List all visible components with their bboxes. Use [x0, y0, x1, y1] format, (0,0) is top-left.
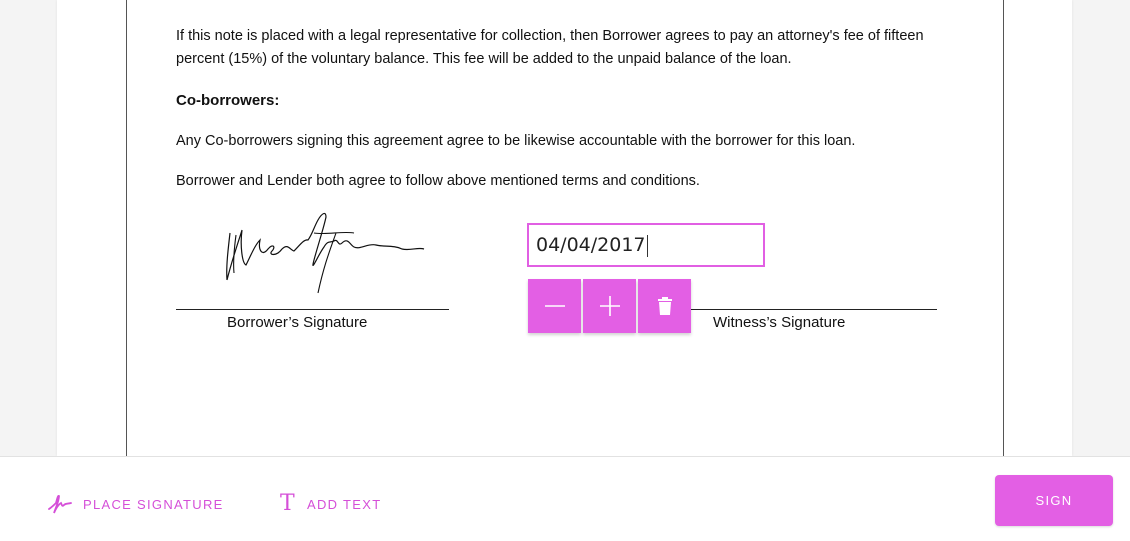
place-signature-label: PLACE SIGNATURE [83, 496, 224, 512]
signature-icon [48, 493, 72, 515]
decrease-font-button[interactable] [528, 279, 581, 333]
text-icon: T [280, 491, 296, 516]
minus-icon [544, 305, 565, 307]
plus-icon [599, 296, 620, 316]
text-caret [646, 234, 648, 257]
sign-button[interactable]: SIGN [995, 475, 1113, 526]
add-text-label: ADD TEXT [306, 496, 382, 512]
borrower-signature-line [176, 309, 449, 310]
borrower-signature-label: Borrower’s Signature [227, 314, 368, 331]
agreement-paragraph: Borrower and Lender both agree to follow… [176, 173, 700, 189]
trash-icon [657, 297, 672, 315]
delete-field-button[interactable] [638, 279, 691, 333]
sign-button-label: SIGN [1035, 493, 1073, 508]
date-field-value: 04/04/2017 [536, 234, 646, 256]
document-border-left [126, 0, 127, 456]
witness-signature-line [690, 309, 937, 310]
witness-signature-label: Witness’s Signature [713, 314, 846, 331]
document-border-right [1003, 0, 1004, 456]
place-signature-button[interactable]: PLACE SIGNATURE [48, 493, 224, 515]
date-text-field[interactable]: 04/04/2017 [527, 223, 765, 267]
add-text-button[interactable]: T ADD TEXT [280, 493, 381, 515]
co-borrowers-paragraph: Any Co-borrowers signing this agreement … [176, 133, 856, 149]
borrower-signature[interactable] [218, 205, 433, 300]
co-borrowers-heading: Co-borrowers: [176, 92, 280, 109]
bottom-action-bar: PLACE SIGNATURE T ADD TEXT SIGN [0, 456, 1130, 541]
collection-paragraph: If this note is placed with a legal repr… [176, 28, 924, 67]
increase-font-button[interactable] [583, 279, 636, 333]
field-toolbar [528, 279, 693, 333]
